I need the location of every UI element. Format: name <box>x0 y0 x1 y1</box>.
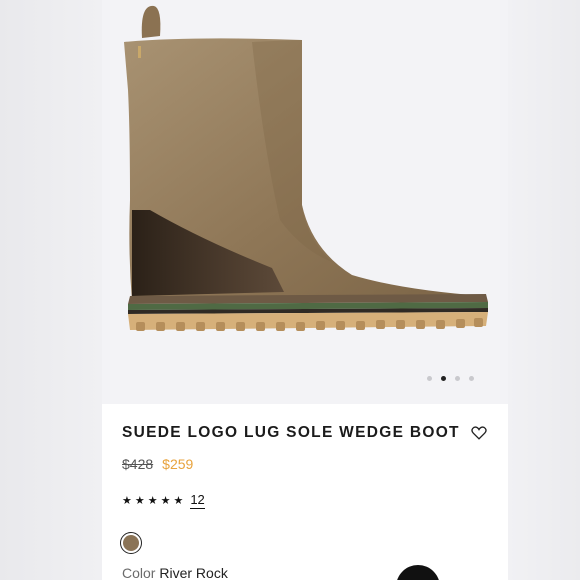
color-selection: Color River Rock <box>122 565 228 580</box>
review-count-link[interactable]: 12 <box>190 492 205 509</box>
product-title: SUEDE LOGO LUG SOLE WEDGE BOOT <box>122 424 460 441</box>
price-block: $428 $259 <box>122 456 193 472</box>
original-price: $428 <box>122 456 154 472</box>
background-right <box>508 0 580 580</box>
product-image-gallery[interactable] <box>102 0 508 404</box>
gallery-dot[interactable] <box>455 376 460 381</box>
swatch-fill <box>123 535 139 551</box>
product-info: SUEDE LOGO LUG SOLE WEDGE BOOT $428 $259… <box>102 404 508 580</box>
background-left <box>0 0 102 580</box>
star-icon: ★★★★★ <box>122 495 187 507</box>
sale-price: $259 <box>162 456 194 472</box>
color-name: River Rock <box>159 565 228 580</box>
product-image <box>124 5 488 331</box>
heart-icon[interactable] <box>471 425 487 445</box>
product-page: SUEDE LOGO LUG SOLE WEDGE BOOT $428 $259… <box>102 0 508 580</box>
color-label: Color <box>122 565 160 580</box>
gallery-pagination[interactable] <box>427 376 474 381</box>
gallery-dot[interactable] <box>427 376 432 381</box>
color-swatch-selected[interactable] <box>120 532 142 554</box>
gallery-dot-active[interactable] <box>441 376 446 381</box>
rating-summary[interactable]: ★★★★★ 12 <box>122 492 205 509</box>
gallery-dot[interactable] <box>469 376 474 381</box>
